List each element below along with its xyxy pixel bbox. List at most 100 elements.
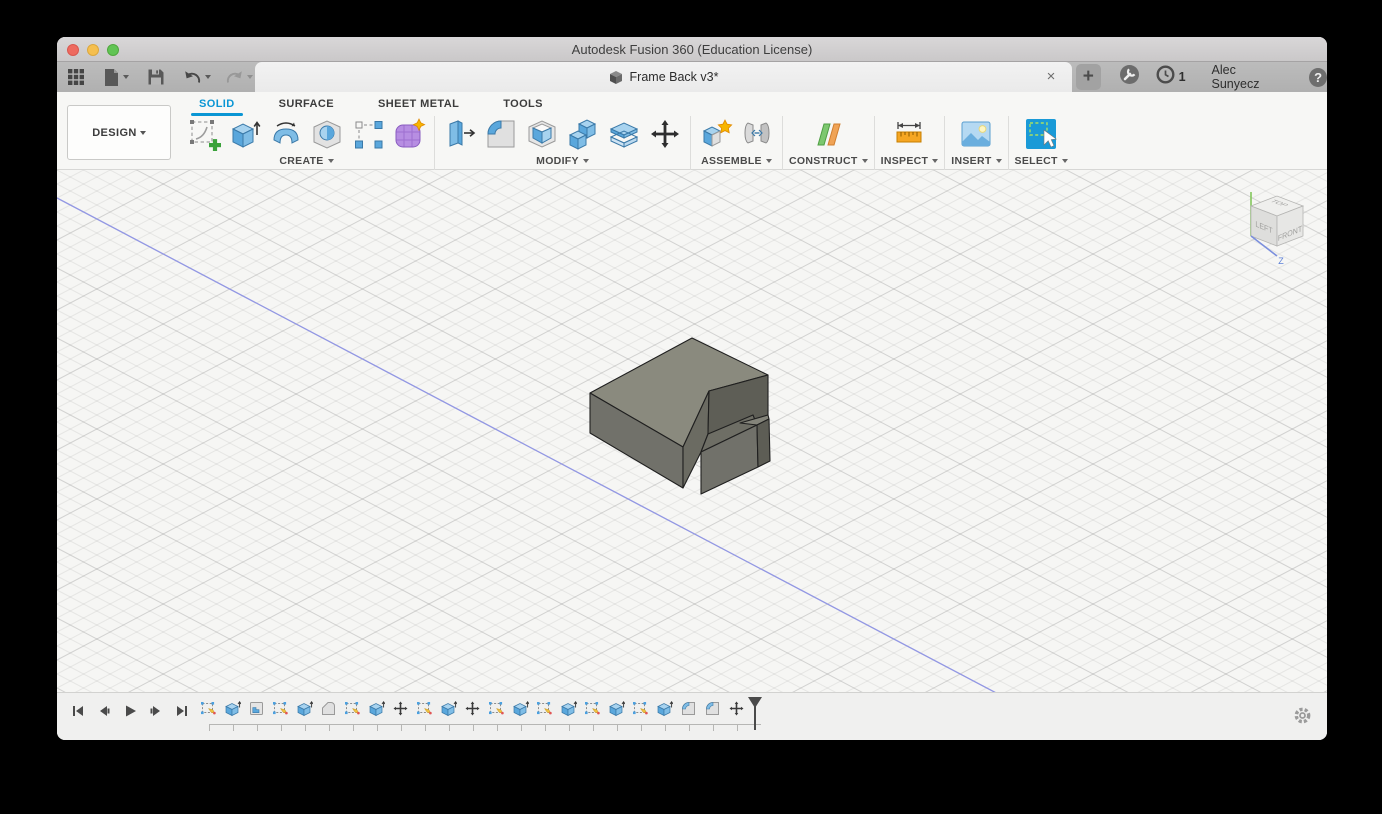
- undo-button[interactable]: [181, 65, 213, 89]
- extrude-icon: [512, 700, 529, 717]
- extrude-icon: [656, 700, 673, 717]
- go-to-end-icon: [174, 703, 190, 724]
- timeline-feature-sketch-1[interactable]: [200, 700, 217, 717]
- ribbon-group-insert: INSERT: [951, 114, 1002, 167]
- step-forward-icon: [148, 703, 164, 724]
- timeline-feature-chamfer-6[interactable]: [320, 700, 337, 717]
- combine-button[interactable]: [564, 115, 602, 153]
- timeline-feature-extrude-20[interactable]: [656, 700, 673, 717]
- create-dropdown[interactable]: CREATE: [279, 155, 334, 167]
- timeline-feature-sketch-10[interactable]: [416, 700, 433, 717]
- file-icon: [103, 68, 120, 87]
- rectangular-pattern-button[interactable]: [349, 115, 387, 153]
- save-button[interactable]: [145, 65, 167, 89]
- timeline-feature-sketch-7[interactable]: [344, 700, 361, 717]
- insert-image-button[interactable]: [957, 115, 995, 153]
- chevron-down-icon: [765, 159, 772, 163]
- group-label-text: INSERT: [951, 155, 992, 167]
- extrude-icon: [560, 700, 577, 717]
- extrude-button[interactable]: [226, 115, 264, 153]
- ribbon-tab-sheet-metal[interactable]: SHEET METAL: [356, 94, 481, 115]
- timeline-feature-fillet-21[interactable]: [680, 700, 697, 717]
- revolve-button[interactable]: [267, 115, 305, 153]
- play-button[interactable]: [119, 702, 141, 724]
- timeline-feature-move-12[interactable]: [464, 700, 481, 717]
- timeline-feature-extrude-14[interactable]: [512, 700, 529, 717]
- new-tab-button[interactable]: +: [1076, 64, 1101, 90]
- chevron-down-icon: [861, 159, 868, 163]
- macos-titlebar[interactable]: Autodesk Fusion 360 (Education License): [57, 37, 1327, 62]
- split-body-button[interactable]: [605, 115, 643, 153]
- go-to-end-button[interactable]: [171, 702, 193, 724]
- show-data-panel-button[interactable]: [65, 65, 87, 89]
- model-arm-right-face[interactable]: [756, 418, 771, 468]
- create-sketch-button[interactable]: [185, 115, 223, 153]
- redo-button[interactable]: [223, 65, 255, 89]
- timeline-feature-extrude-18[interactable]: [608, 700, 625, 717]
- create-form-button[interactable]: [390, 115, 428, 153]
- timeline-feature-shell-3[interactable]: [248, 700, 265, 717]
- sketch-icon: [272, 700, 289, 717]
- job-status-button[interactable]: [1119, 64, 1140, 90]
- view-cube[interactable]: TOPLEFT FRONTZ: [1215, 178, 1327, 278]
- timeline-feature-sketch-13[interactable]: [488, 700, 505, 717]
- timeline-feature-move-9[interactable]: [392, 700, 409, 717]
- press-pull-button[interactable]: [441, 115, 479, 153]
- ribbon-groups: CREATE MODIFY ASSEMBLE CONSTRUCT INSPECT INSE…: [185, 114, 1068, 170]
- group-label-text: CREATE: [279, 155, 324, 167]
- step-forward-button[interactable]: [145, 702, 167, 724]
- timeline-feature-move-23[interactable]: [728, 700, 745, 717]
- close-tab-button[interactable]: ×: [1042, 68, 1060, 86]
- timeline-feature-extrude-2[interactable]: [224, 700, 241, 717]
- timeline-playhead[interactable]: [747, 696, 763, 737]
- ribbon-group-select: SELECT: [1015, 114, 1068, 167]
- timeline-feature-extrude-16[interactable]: [560, 700, 577, 717]
- measure-button[interactable]: [890, 115, 928, 153]
- timeline-feature-sketch-17[interactable]: [584, 700, 601, 717]
- joint-button[interactable]: [738, 115, 776, 153]
- chevron-down-icon: [1061, 159, 1068, 163]
- timeline-feature-sketch-4[interactable]: [272, 700, 289, 717]
- notification-center-button[interactable]: 1: [1156, 65, 1186, 89]
- new-component-button[interactable]: [697, 115, 735, 153]
- timeline-settings-button[interactable]: [1292, 705, 1313, 731]
- file-menu-button[interactable]: [101, 65, 131, 89]
- ribbon-tab-surface[interactable]: SURFACE: [257, 94, 356, 115]
- go-to-start-button[interactable]: [67, 702, 89, 724]
- z-axis-label[interactable]: Z: [1278, 256, 1284, 266]
- timeline-feature-fillet-22[interactable]: [704, 700, 721, 717]
- fillet-button[interactable]: [482, 115, 520, 153]
- model-viewport[interactable]: TOP LEFT FRONT Z: [57, 170, 1327, 692]
- workspace-label: DESIGN: [92, 126, 137, 139]
- hole-button[interactable]: [308, 115, 346, 153]
- shell-icon: [525, 117, 559, 151]
- chamfer-icon: [320, 700, 337, 717]
- shell-button[interactable]: [523, 115, 561, 153]
- insert-dropdown[interactable]: INSERT: [951, 155, 1002, 167]
- select-dropdown[interactable]: SELECT: [1015, 155, 1068, 167]
- construction-plane-button[interactable]: [809, 115, 847, 153]
- workspace-selector[interactable]: DESIGN: [67, 105, 171, 160]
- timeline-feature-extrude-11[interactable]: [440, 700, 457, 717]
- construct-dropdown[interactable]: CONSTRUCT: [789, 155, 868, 167]
- help-button[interactable]: ?: [1309, 67, 1327, 87]
- timeline-feature-extrude-8[interactable]: [368, 700, 385, 717]
- timeline-feature-sketch-19[interactable]: [632, 700, 649, 717]
- assemble-dropdown[interactable]: ASSEMBLE: [701, 155, 772, 167]
- wrench-icon: [1119, 65, 1140, 89]
- ribbon-tab-tools[interactable]: TOOLS: [481, 94, 565, 115]
- inspect-dropdown[interactable]: INSPECT: [881, 155, 939, 167]
- select-button[interactable]: [1022, 115, 1060, 153]
- model-body[interactable]: [589, 337, 771, 495]
- press-pull-icon: [443, 117, 477, 151]
- document-tab[interactable]: Frame Back v3* ×: [255, 62, 1072, 92]
- timeline-feature-sketch-15[interactable]: [536, 700, 553, 717]
- user-account-button[interactable]: Alec Sunyecz: [1212, 63, 1284, 91]
- timeline-feature-extrude-5[interactable]: [296, 700, 313, 717]
- step-back-button[interactable]: [93, 702, 115, 724]
- ribbon-tab-solid[interactable]: SOLID: [177, 94, 257, 116]
- timeline-feature-track: [200, 700, 745, 717]
- modify-dropdown[interactable]: MODIFY: [536, 155, 589, 167]
- joint-icon: [740, 117, 774, 151]
- move-button[interactable]: [646, 115, 684, 153]
